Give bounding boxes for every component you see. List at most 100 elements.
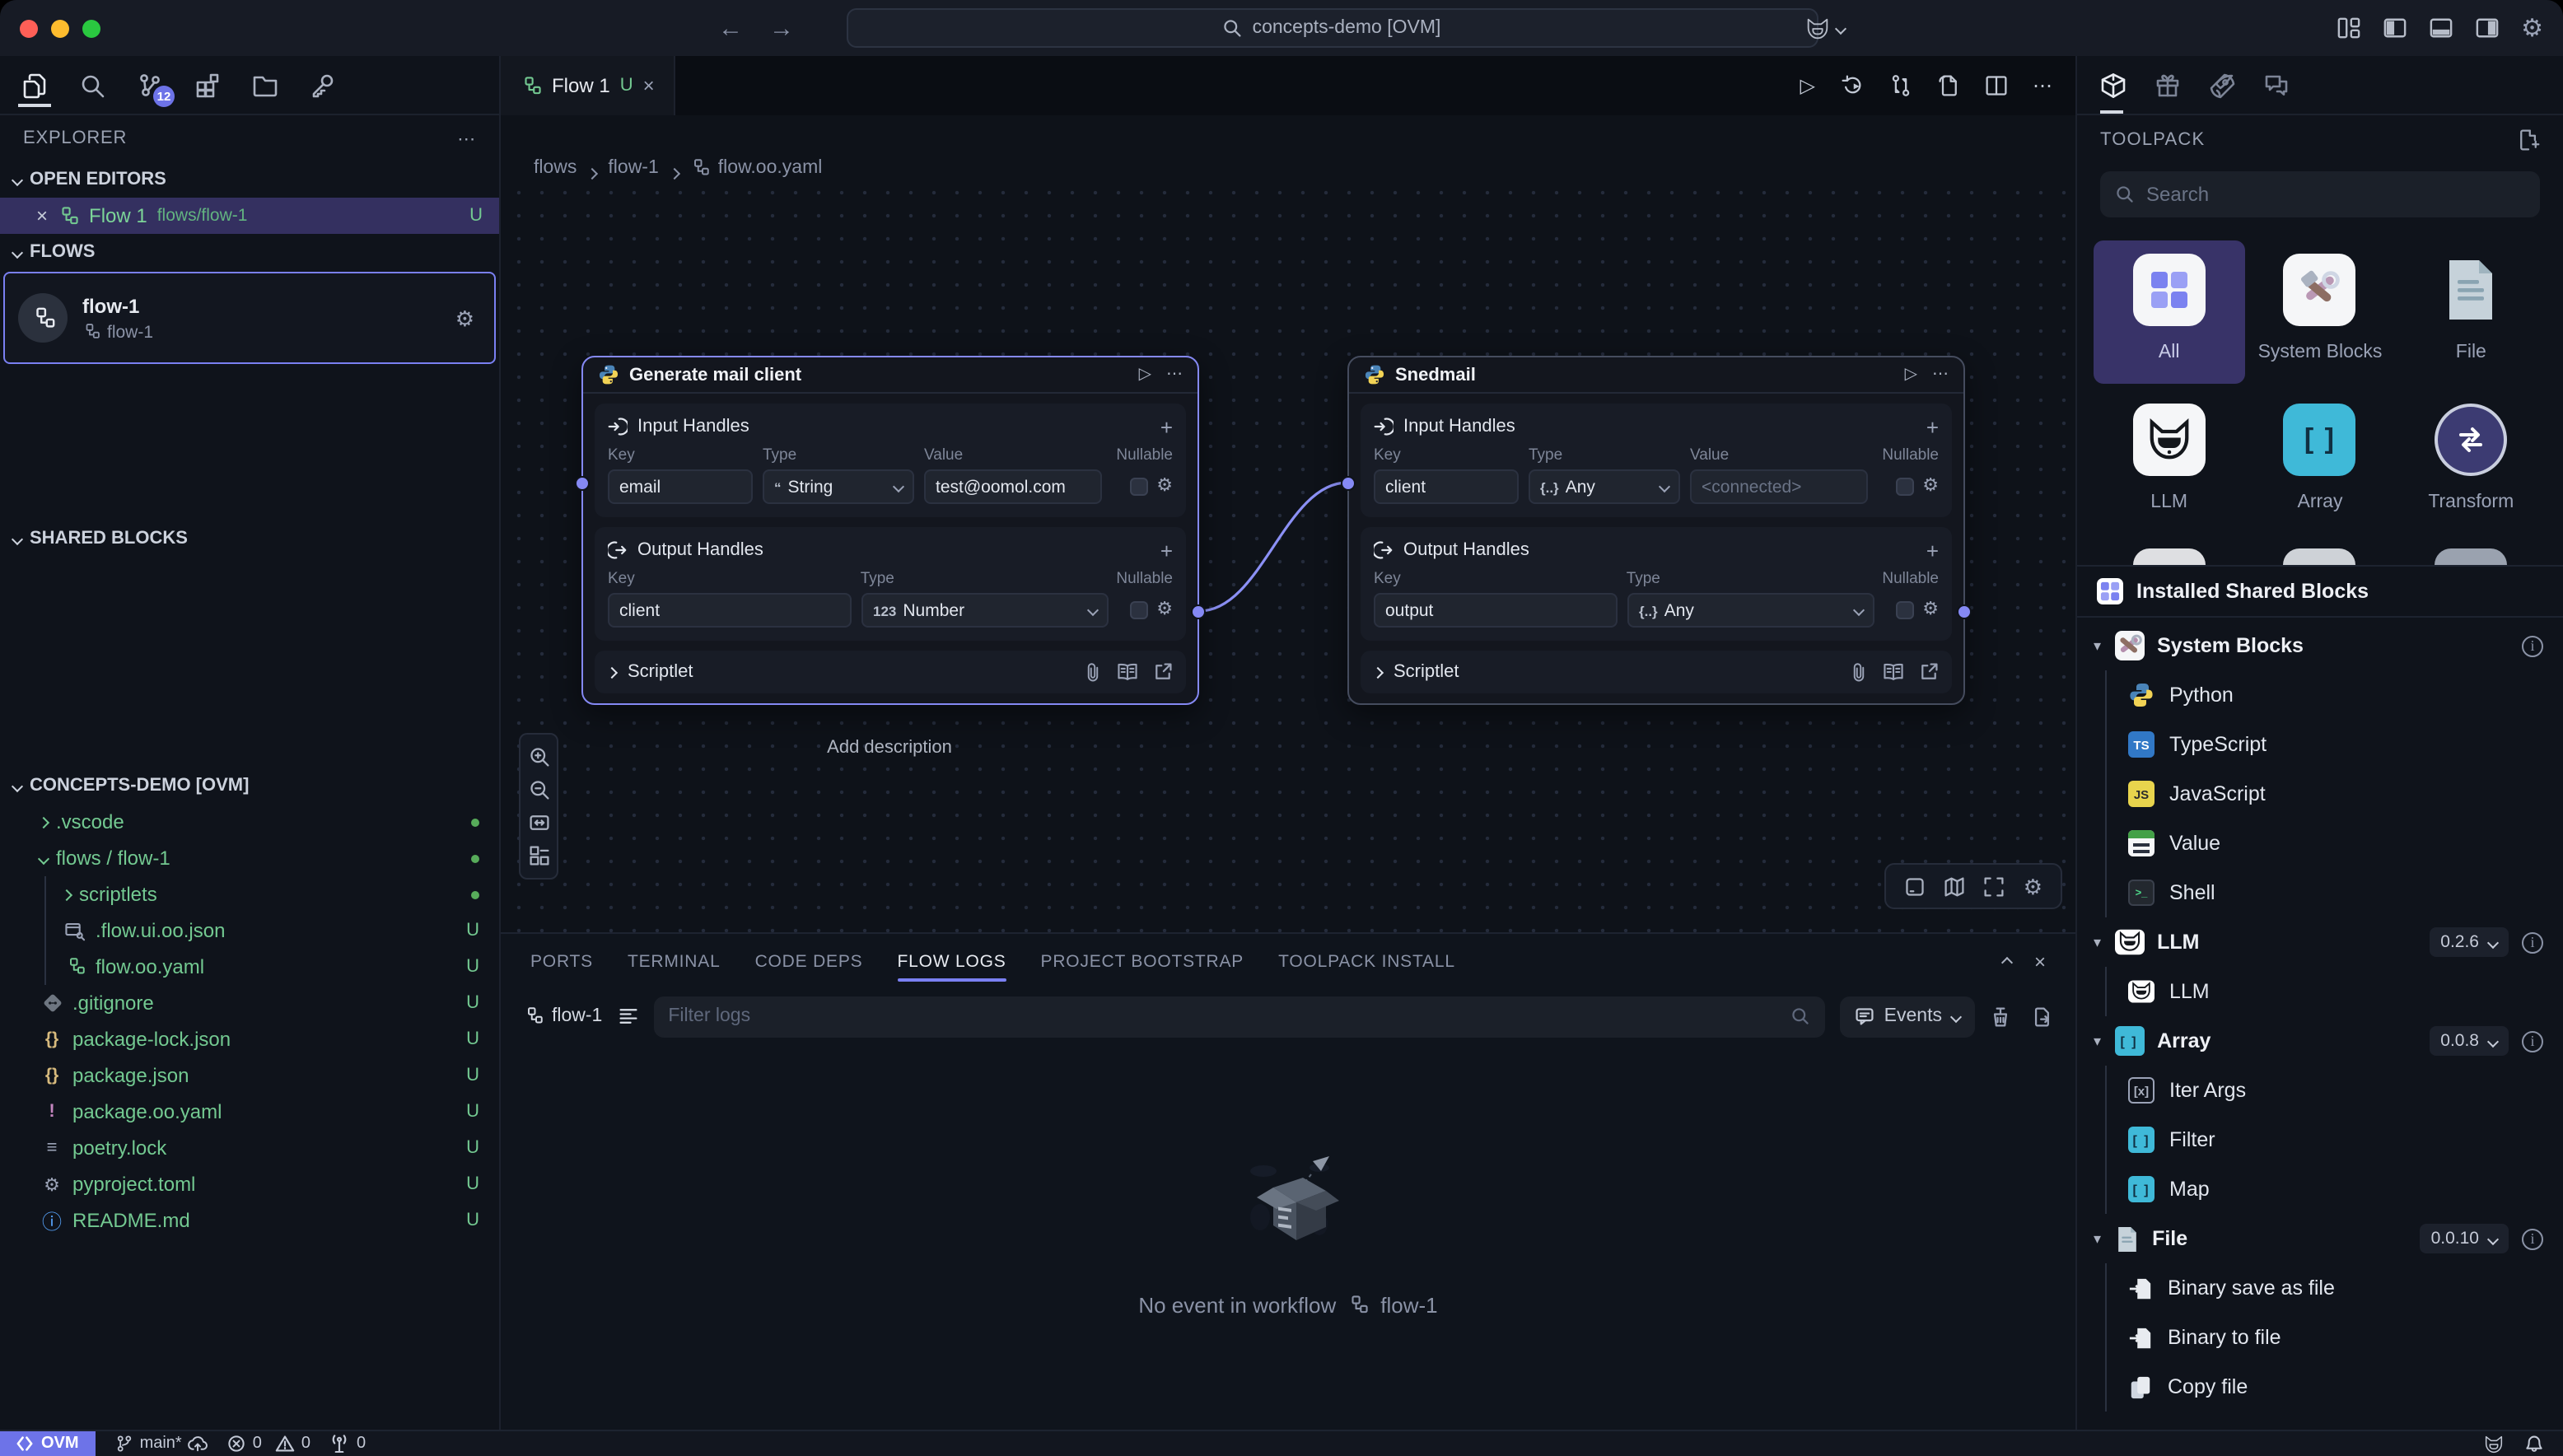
toggle-primary-sidebar-icon[interactable] (2383, 16, 2406, 40)
breadcrumb-file[interactable]: flow.oo.yaml (690, 158, 823, 178)
toggle-secondary-sidebar-icon[interactable] (2475, 16, 2498, 40)
tab-toolpack-install[interactable]: TOOLPACK INSTALL (1278, 934, 1455, 990)
attachment-icon[interactable] (1084, 662, 1102, 682)
maximize-window-button[interactable] (82, 19, 100, 37)
block-typescript[interactable]: TS TypeScript (2107, 721, 2563, 770)
scriptlet-section[interactable]: Scriptlet (1361, 651, 1952, 693)
docs-icon[interactable] (1117, 662, 1138, 682)
activity-search-icon[interactable] (74, 63, 110, 106)
input-port-dot[interactable] (1341, 476, 1356, 491)
tab-flow-logs[interactable]: FLOW LOGS (897, 934, 1006, 990)
input-key-field[interactable]: email (608, 469, 753, 504)
input-type-select[interactable]: {..} Any (1529, 469, 1680, 504)
info-icon[interactable] (2522, 1031, 2543, 1052)
export-flow-icon[interactable] (1937, 74, 1960, 97)
history-back-button[interactable]: ← (718, 14, 743, 42)
node-snedmail[interactable]: Snedmail ▷ ⋯ Input Handles + KeyTypeValu… (1347, 356, 1965, 705)
group-array[interactable]: ▾ [ ] Array 0.0.8 (2077, 1017, 2563, 1066)
group-llm[interactable]: ▾ LLM 0.2.6 (2077, 918, 2563, 968)
toggle-panel-icon[interactable] (1905, 875, 1926, 897)
attachment-icon[interactable] (1850, 662, 1868, 682)
block-iter-args[interactable]: [x] Iter Args (2107, 1066, 2563, 1116)
output-type-select[interactable]: 123 Number (861, 593, 1109, 628)
add-output-icon[interactable]: + (1160, 538, 1173, 562)
info-icon[interactable] (2522, 1229, 2543, 1250)
editor-more-icon[interactable]: ⋯ (2033, 74, 2052, 97)
events-filter-select[interactable]: Events (1840, 996, 1975, 1037)
tree-item-vscode[interactable]: .vscode (0, 804, 499, 840)
node-run-icon[interactable]: ▷ (1905, 366, 1917, 384)
fit-view-icon[interactable] (528, 812, 549, 833)
minimize-window-button[interactable] (51, 19, 69, 37)
tab-toolpack-icon[interactable] (2100, 56, 2126, 114)
auto-layout-icon[interactable] (528, 845, 549, 866)
clear-logs-icon[interactable] (1990, 1006, 2011, 1027)
tree-item-flow-ui-json[interactable]: .flow.ui.oo.jsonU (46, 912, 499, 949)
close-window-button[interactable] (20, 19, 38, 37)
shared-blocks-section[interactable]: SHARED BLOCKS (0, 520, 499, 557)
flow-card[interactable]: flow-1 flow-1 ⚙ (3, 272, 496, 364)
block-llm[interactable]: LLM (2107, 968, 2563, 1017)
toggle-panel-icon[interactable] (2429, 16, 2452, 40)
problems-indicator[interactable]: 0 0 (228, 1435, 310, 1453)
node-run-icon[interactable]: ▷ (1139, 366, 1151, 384)
input-port-dot[interactable] (575, 476, 590, 491)
tree-item-package-lock[interactable]: {} package-lock.jsonU (0, 1021, 499, 1057)
log-flow-selector[interactable]: flow-1 (524, 1006, 602, 1026)
split-editor-icon[interactable] (1985, 74, 2008, 97)
flow-settings-gear-icon[interactable]: ⚙ (455, 307, 474, 329)
nullable-checkbox[interactable] (1130, 478, 1148, 496)
tree-item-package-json[interactable]: {} package.jsonU (0, 1057, 499, 1094)
add-description-button[interactable]: Add description (827, 738, 952, 758)
customize-layout-icon[interactable] (2337, 16, 2360, 40)
remote-indicator[interactable]: OVM (0, 1431, 96, 1456)
flow-canvas[interactable]: Generate mail client ▷ ⋯ Input Handles +… (501, 188, 2075, 932)
assistant-menu[interactable] (1804, 16, 1845, 40)
tree-item-gitignore[interactable]: .gitignoreU (0, 985, 499, 1021)
activity-source-control-icon[interactable]: 12 (132, 63, 168, 106)
node-more-icon[interactable]: ⋯ (1932, 366, 1949, 384)
tab-project-bootstrap[interactable]: PROJECT BOOTSTRAP (1041, 934, 1244, 990)
flows-section[interactable]: FLOWS (0, 234, 499, 270)
breadcrumb-flows[interactable]: flows (534, 158, 577, 178)
activity-blocks-icon[interactable] (189, 63, 226, 106)
block-map[interactable]: [ ] Map (2107, 1165, 2563, 1215)
nullable-checkbox[interactable] (1896, 478, 1914, 496)
scriptlet-section[interactable]: Scriptlet (595, 651, 1186, 693)
category-llm[interactable]: LLM (2094, 390, 2244, 532)
info-icon[interactable] (2522, 636, 2543, 657)
output-port-dot[interactable] (1957, 604, 1972, 619)
activity-folder-icon[interactable] (247, 63, 283, 106)
minimap-icon[interactable] (1944, 875, 1966, 897)
tree-item-readme[interactable]: ⓘ README.mdU (0, 1202, 499, 1239)
handle-settings-gear-icon[interactable]: ⚙ (1156, 478, 1173, 496)
filter-logs-input[interactable] (653, 996, 1824, 1037)
group-file[interactable]: ▾ File 0.0.10 (2077, 1215, 2563, 1264)
open-external-icon[interactable] (1919, 662, 1939, 682)
tab-code-deps[interactable]: CODE DEPS (755, 934, 863, 990)
tab-terminal[interactable]: TERMINAL (628, 934, 721, 990)
category-array[interactable]: [ ] Array (2244, 390, 2395, 532)
input-value-field[interactable]: test@oomol.com (924, 469, 1102, 504)
output-key-field[interactable]: output (1374, 593, 1618, 628)
output-port-dot[interactable] (1191, 604, 1206, 619)
history-forward-button[interactable]: → (769, 14, 794, 42)
branch-indicator[interactable]: main* (115, 1435, 208, 1453)
tree-item-flows-flow-1[interactable]: flows / flow-1 (0, 840, 499, 876)
breadcrumb-flow-1[interactable]: flow-1 (608, 158, 658, 178)
input-value-field[interactable]: <connected> (1690, 469, 1868, 504)
block-filter[interactable]: [ ] Filter (2107, 1116, 2563, 1165)
handle-settings-gear-icon[interactable]: ⚙ (1156, 601, 1173, 619)
docs-icon[interactable] (1883, 662, 1904, 682)
tree-item-scriptlets[interactable]: scriptlets (46, 876, 499, 912)
node-more-icon[interactable]: ⋯ (1166, 366, 1183, 384)
toolpack-search[interactable] (2100, 171, 2540, 217)
add-input-icon[interactable]: + (1926, 414, 1939, 439)
tab-close-icon[interactable]: × (643, 74, 655, 97)
block-shell[interactable]: >_ Shell (2107, 869, 2563, 918)
nullable-checkbox[interactable] (1896, 601, 1914, 619)
block-binary-to-file[interactable]: Binary to file (2107, 1314, 2563, 1363)
version-select-llm[interactable]: 0.2.6 (2429, 928, 2509, 958)
version-select-array[interactable]: 0.0.8 (2429, 1027, 2509, 1057)
zoom-in-icon[interactable] (528, 746, 549, 768)
